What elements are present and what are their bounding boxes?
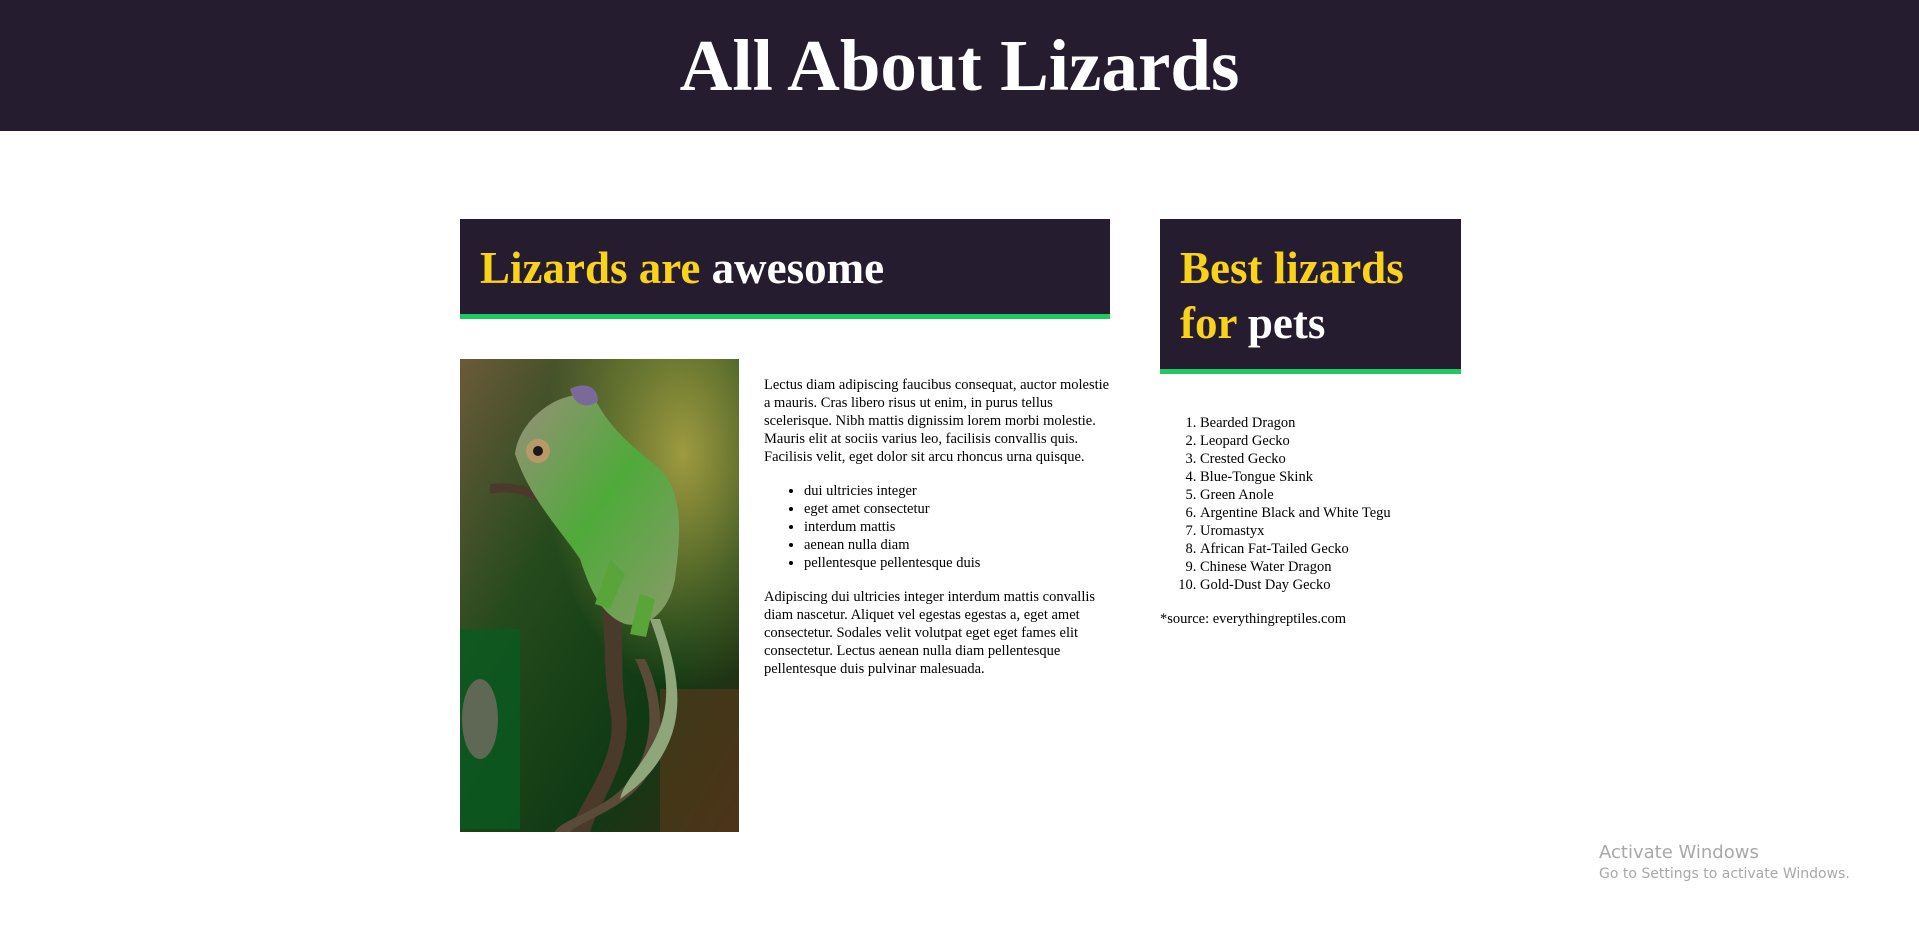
main-heading-box: Lizards are awesome: [460, 219, 1110, 319]
main-heading-accent: Lizards are: [480, 243, 701, 293]
main-bullet-list: dui ultricies integer eget amet consecte…: [764, 482, 1112, 572]
activate-windows-subtitle: Go to Settings to activate Windows.: [1599, 866, 1850, 882]
list-item: Leopard Gecko: [1200, 432, 1461, 450]
ordered-list: Bearded Dragon Leopard Gecko Crested Gec…: [1160, 414, 1461, 594]
best-lizards-list: Bearded Dragon Leopard Gecko Crested Gec…: [1160, 414, 1461, 594]
page-title: All About Lizards: [679, 25, 1240, 106]
list-item: Gold-Dust Day Gecko: [1200, 576, 1461, 594]
activate-windows-title: Activate Windows: [1599, 842, 1759, 863]
list-item: Crested Gecko: [1200, 450, 1461, 468]
side-heading-box: Best lizards for pets: [1160, 219, 1461, 374]
bullet-item: interdum mattis: [804, 518, 1112, 536]
list-item: Bearded Dragon: [1200, 414, 1461, 432]
list-item: Chinese Water Dragon: [1200, 558, 1461, 576]
list-item: Blue-Tongue Skink: [1200, 468, 1461, 486]
list-item: African Fat-Tailed Gecko: [1200, 540, 1461, 558]
list-item: Green Anole: [1200, 486, 1461, 504]
side-heading-plain: pets: [1247, 298, 1326, 348]
list-item: Uromastyx: [1200, 522, 1461, 540]
bullet-item: dui ultricies integer: [804, 482, 1112, 500]
bullet-item: aenean nulla diam: [804, 536, 1112, 554]
main-heading-plain: awesome: [711, 243, 885, 293]
bullet-item: eget amet consectetur: [804, 500, 1112, 518]
main-heading: Lizards are awesome: [480, 241, 1110, 296]
main-paragraph-2: Adipiscing dui ultricies integer interdu…: [764, 589, 1096, 677]
side-heading-accent-line2: for: [1180, 298, 1237, 348]
main-body-text: Lectus diam adipiscing faucibus consequa…: [764, 376, 1112, 694]
source-note: *source: everythingreptiles.com: [1160, 611, 1347, 627]
bullet-item: pellentesque pellentesque duis: [804, 554, 1112, 572]
chameleon-image: [460, 359, 739, 832]
side-heading-accent-line1: Best lizards: [1180, 243, 1404, 293]
chameleon-illustration: [460, 359, 739, 832]
side-heading: Best lizards for pets: [1180, 241, 1461, 351]
list-item: Argentine Black and White Tegu: [1200, 504, 1461, 522]
site-header: All About Lizards: [0, 0, 1919, 131]
main-paragraph-1: Lectus diam adipiscing faucibus consequa…: [764, 377, 1110, 465]
activate-windows-watermark: Activate Windows Go to Settings to activ…: [1599, 842, 1850, 884]
